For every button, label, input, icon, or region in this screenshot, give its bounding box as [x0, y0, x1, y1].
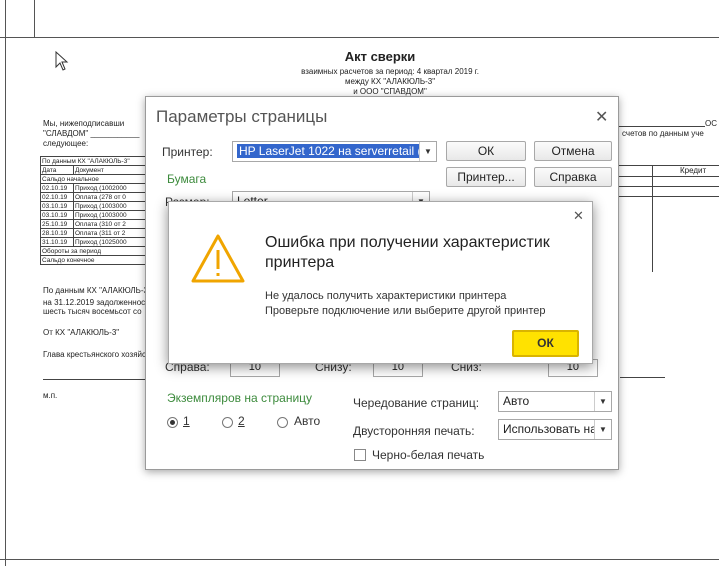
copies-option-2: 2 [238, 414, 245, 428]
duplex-select[interactable]: Использовать на ▼ [498, 419, 612, 440]
mp-label: м.п. [43, 391, 58, 400]
table-col-doc: Документ [73, 165, 150, 175]
document-bottom-border [0, 559, 719, 560]
mouse-pointer-icon [55, 51, 69, 71]
printer-label: Принтер: [162, 145, 213, 159]
close-icon[interactable]: ✕ [595, 107, 608, 127]
right-table-line [610, 176, 719, 177]
copies-radio-auto[interactable] [277, 417, 288, 428]
table-row: 03.10.19 Приход (1003000 [40, 210, 150, 220]
document-intro-line-2: "СЛАВДОМ" ___________ [43, 129, 140, 138]
chevron-down-icon[interactable]: ▼ [594, 392, 611, 411]
document-header-frame [0, 0, 719, 38]
copies-section-title: Экземпляров на страницу [167, 391, 313, 405]
right-table-line [610, 196, 719, 197]
signature-line-right [620, 377, 665, 378]
alternation-select[interactable]: Авто ▼ [498, 391, 612, 412]
document-intro-line-1: Мы, нижеподписавши [43, 119, 125, 128]
printer-error-dialog: ✕ Ошибка при получении характеристик при… [168, 201, 593, 364]
paper-section-title: Бумага [167, 172, 207, 186]
duplex-value: Использовать на [503, 422, 597, 436]
right-table-col-2: Кредит [680, 166, 707, 175]
printer-select[interactable]: HP LaserJet 1022 на serverretail (п ▼ [232, 141, 437, 162]
printer-button[interactable]: Принтер... [446, 167, 526, 187]
error-message-line-2: Проверьте подключение или выберите друго… [265, 305, 546, 317]
cancel-button[interactable]: Отмена [534, 141, 612, 161]
page-settings-title: Параметры страницы [156, 107, 328, 126]
table-row: Сальдо конечное [40, 255, 150, 265]
document-left-border [5, 0, 6, 566]
document-right-fragment-2: счетов по данным уче [622, 129, 704, 138]
document-subtitle-line-3: и ООО "СПАВДОМ" [353, 87, 427, 96]
document-title: Акт сверки [344, 49, 416, 64]
copies-radio-1[interactable] [167, 417, 178, 428]
document-intro-line-3: следующее: [43, 139, 89, 148]
error-title: Ошибка при получении характеристик принт… [265, 234, 550, 271]
document-subtitle-line-1: взаимных расчетов за период: 4 квартал 2… [301, 67, 479, 76]
copies-option-1: 1 [183, 414, 190, 428]
table-row: Сальдо начальное [40, 174, 150, 184]
help-button[interactable]: Справка [534, 167, 612, 187]
signature-line-left [43, 379, 148, 380]
copies-radio-2[interactable] [222, 417, 233, 428]
alternation-label: Чередование страниц: [353, 396, 480, 410]
table-row: Обороты за период [40, 246, 150, 256]
table-header: По данным КХ "АЛАКЮЛЬ-3" [40, 156, 150, 166]
chevron-down-icon[interactable]: ▼ [419, 142, 436, 161]
from-label: От КХ "АЛАКЮЛЬ-3" [43, 328, 120, 337]
bw-print-checkbox[interactable] [354, 449, 366, 461]
right-table-divider [652, 165, 653, 272]
head-label: Глава крестьянского хозяйст [43, 350, 150, 359]
table-row: 02.10.19 Приход (1002000 [40, 183, 150, 193]
table-col-date: Дата [40, 165, 74, 175]
document-right-fragment-1: ОС [705, 119, 717, 128]
footer-line-3: шесть тысяч восемьсот со [43, 307, 142, 316]
document-column-divider [34, 0, 35, 38]
warning-icon [191, 234, 245, 283]
table-row: 31.10.19 Приход (1025000 [40, 237, 150, 247]
table-row: 25.10.19 Оплата (310 от 2 [40, 219, 150, 229]
bw-print-label: Черно-белая печать [372, 448, 485, 462]
ok-button[interactable]: ОК [446, 141, 526, 161]
error-message-line-1: Не удалось получить характеристики принт… [265, 290, 507, 302]
reconciliation-table: По данным КХ "АЛАКЮЛЬ-3" Дата Документ Са… [40, 156, 150, 265]
table-row: 03.10.19 Приход (1003000 [40, 201, 150, 211]
right-table-fragment [610, 165, 719, 273]
table-row: 28.10.19 Оплата (311 от 2 [40, 228, 150, 238]
document-signature-line [608, 126, 705, 127]
footer-line-2: на 31.12.2019 задолженност [43, 298, 149, 307]
copies-option-auto: Авто [294, 414, 321, 428]
printer-value: HP LaserJet 1022 на serverretail (п [237, 144, 430, 158]
close-icon[interactable]: ✕ [573, 208, 584, 224]
right-table-line [610, 186, 719, 187]
chevron-down-icon[interactable]: ▼ [594, 420, 611, 439]
table-row: 02.10.19 Оплата (278 от 0 [40, 192, 150, 202]
duplex-label: Двусторонняя печать: [353, 424, 475, 438]
alternation-value: Авто [503, 394, 530, 408]
footer-line-1: По данным КХ "АЛАКЮЛЬ-3" [43, 286, 151, 295]
document-subtitle-line-2: между КХ "АЛАКЮЛЬ-3" [344, 77, 436, 86]
error-ok-button[interactable]: ОК [512, 330, 579, 357]
